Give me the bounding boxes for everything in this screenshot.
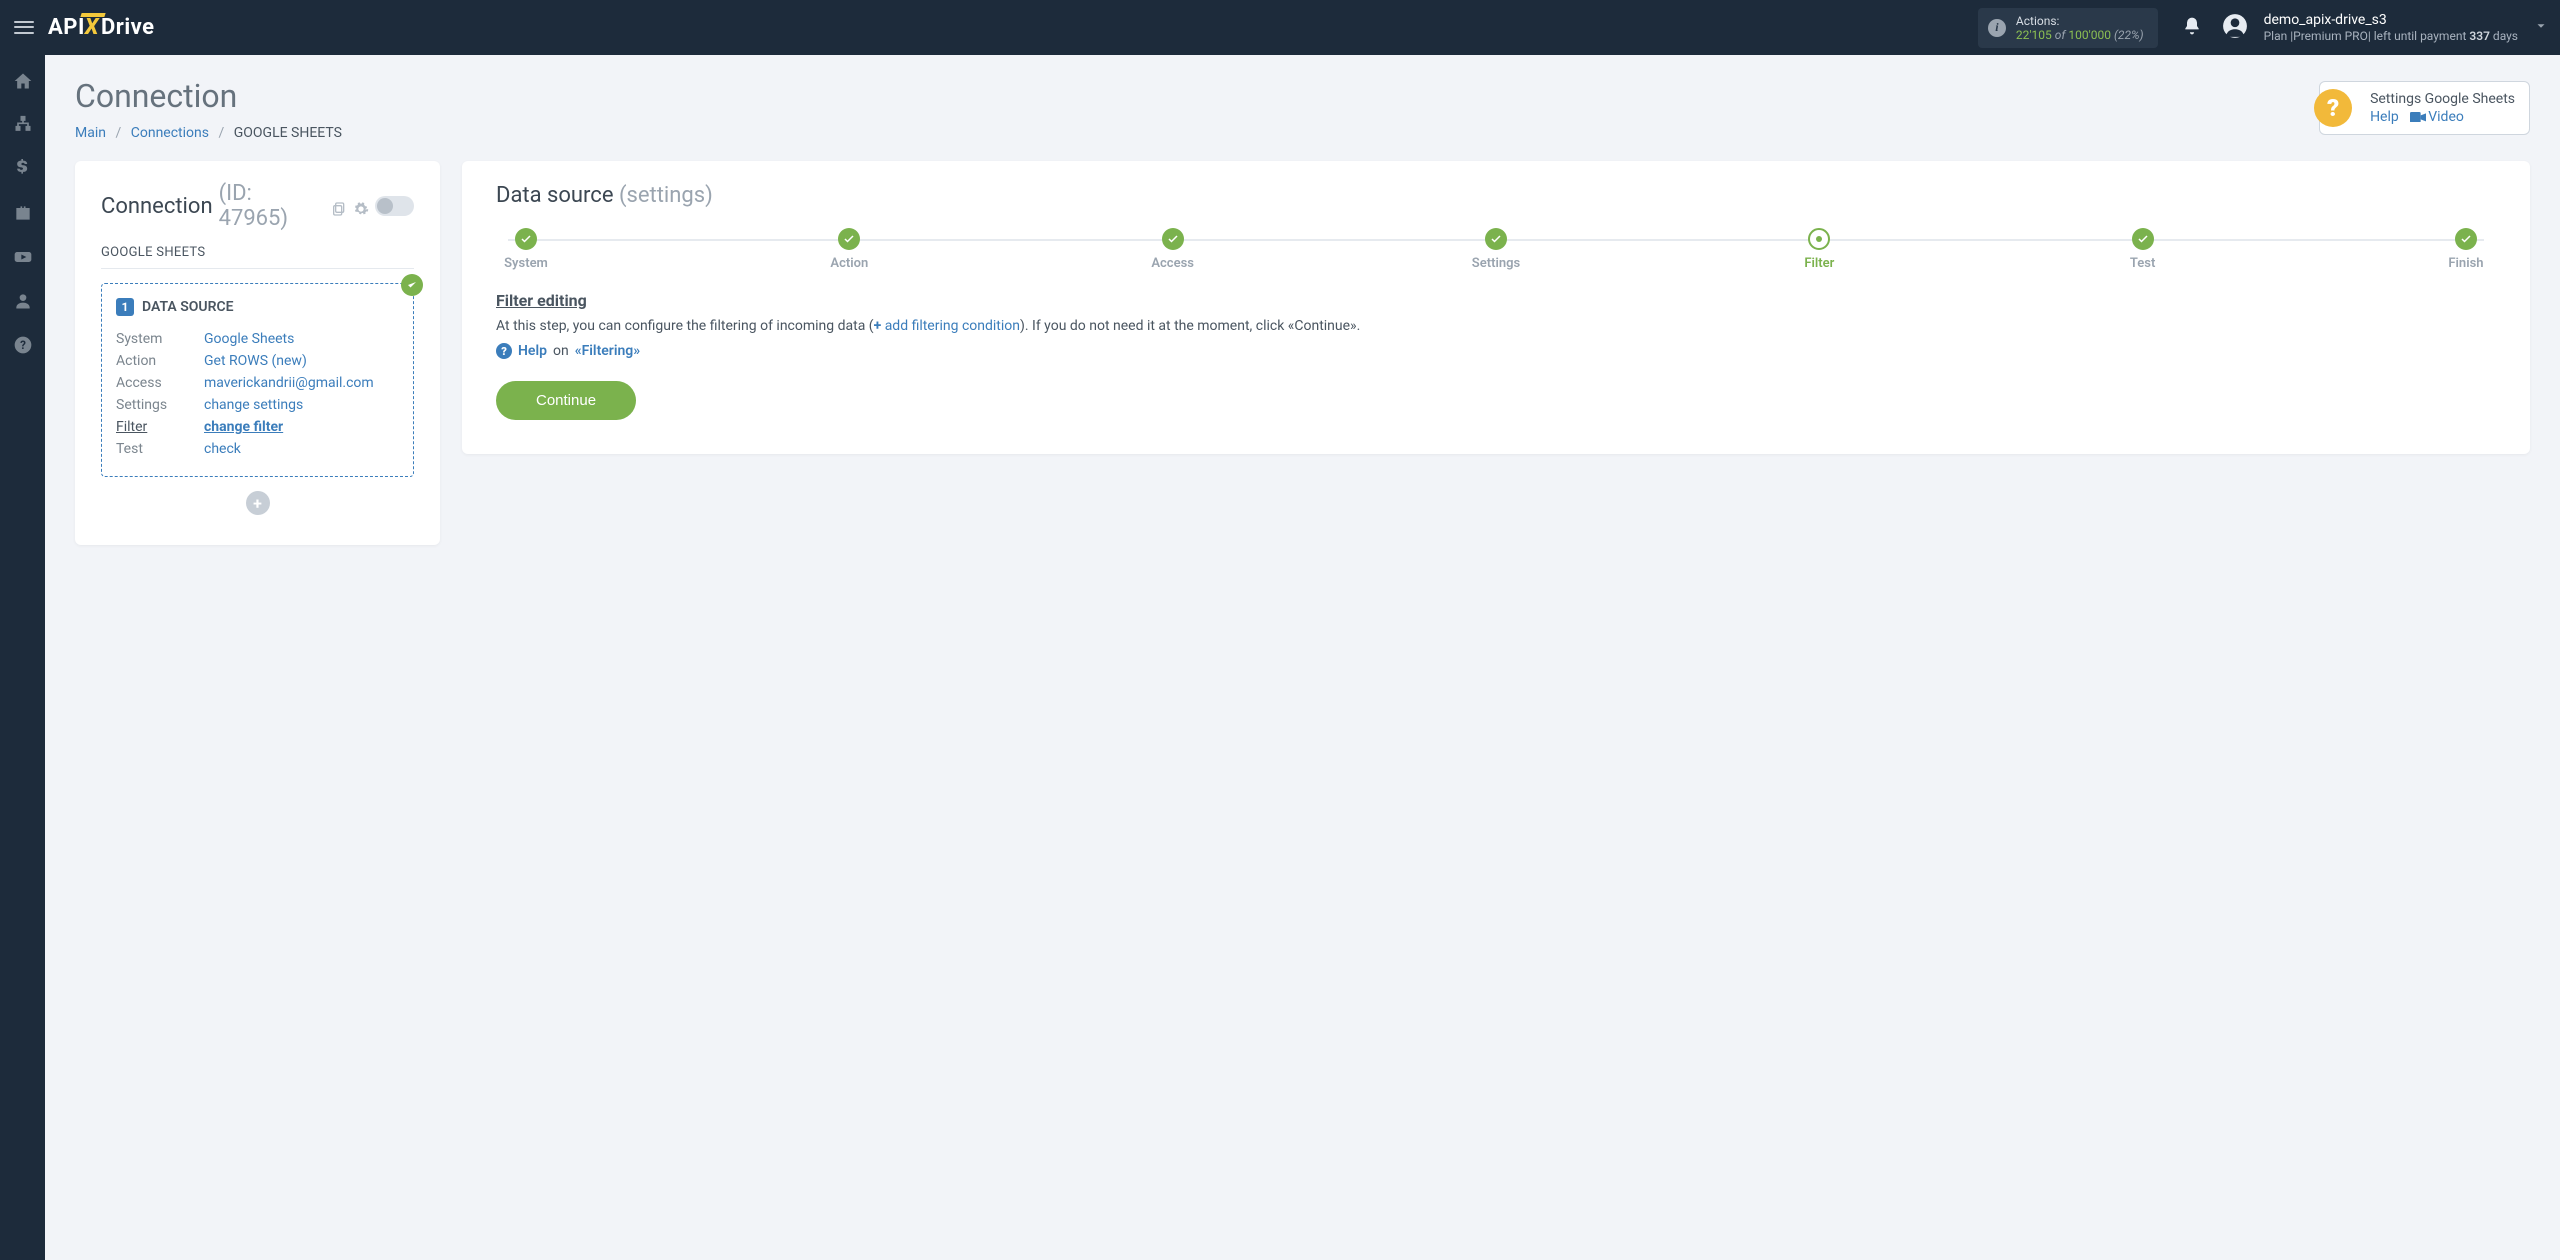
chevron-down-icon[interactable]: [2534, 19, 2548, 37]
continue-button[interactable]: Continue: [496, 381, 636, 420]
help-box-title: Settings Google Sheets: [2370, 90, 2515, 108]
page-title: Connection: [75, 77, 2530, 115]
ds-section-label: DATA SOURCE: [142, 299, 234, 315]
svg-text:?: ?: [20, 338, 26, 352]
data-source-box: 1 DATA SOURCE SystemGoogle Sheets Action…: [101, 283, 414, 477]
nav-help-icon[interactable]: ?: [13, 335, 33, 355]
plus-icon: +: [874, 318, 885, 334]
add-filter-condition-link[interactable]: add filtering condition: [885, 318, 1020, 334]
ds-row-test: Testcheck: [116, 438, 399, 460]
help-link[interactable]: Help: [2370, 109, 2399, 125]
ds-number-badge: 1: [116, 298, 134, 316]
copy-icon[interactable]: [331, 198, 347, 214]
step-filter[interactable]: Filter: [1789, 228, 1849, 271]
ds-row-settings: Settingschange settings: [116, 394, 399, 416]
breadcrumb: Main / Connections / GOOGLE SHEETS: [75, 125, 2530, 141]
logo-text-drive: Drive: [101, 15, 155, 40]
filter-heading: Filter editing: [496, 291, 2496, 310]
nav-video-icon[interactable]: [13, 247, 33, 267]
hamburger-menu[interactable]: [12, 16, 36, 40]
breadcrumb-current: GOOGLE SHEETS: [234, 125, 342, 141]
nav-user-icon[interactable]: [13, 291, 33, 311]
ds-row-action: ActionGet ROWS (new): [116, 350, 399, 372]
actions-used: 22'105: [2016, 28, 2052, 42]
filter-description: At this step, you can configure the filt…: [496, 316, 2496, 337]
video-camera-icon: [2410, 109, 2426, 121]
step-access[interactable]: Access: [1143, 228, 1203, 271]
wizard-stepper: System Action Access Settings Filter Tes…: [496, 228, 2496, 271]
account-name: demo_apix-drive_s3: [2264, 12, 2518, 29]
connection-toggle[interactable]: [375, 196, 414, 216]
account-plan: Plan |Premium PRO| left until payment 33…: [2264, 29, 2518, 43]
step-settings[interactable]: Settings: [1466, 228, 1526, 271]
logo-text-api: API: [48, 15, 85, 40]
actions-total: 100'000: [2068, 28, 2111, 42]
ds-row-filter: Filterchange filter: [116, 416, 399, 438]
notifications-icon[interactable]: [2182, 16, 2202, 40]
step-finish[interactable]: Finish: [2436, 228, 2496, 271]
actions-label: Actions:: [2016, 14, 2144, 28]
connection-system-name: GOOGLE SHEETS: [101, 245, 414, 269]
info-icon: i: [1988, 19, 2006, 37]
step-system[interactable]: System: [496, 228, 556, 271]
checkmark-icon: [401, 274, 423, 296]
help-on-filtering-link[interactable]: Help: [518, 343, 547, 359]
nav-home-icon[interactable]: [13, 71, 33, 91]
logo[interactable]: API X Drive: [48, 15, 155, 40]
avatar-icon[interactable]: [2222, 13, 2248, 43]
nav-billing-icon[interactable]: [13, 159, 33, 179]
ds-row-access: Accessmaverickandrii@gmail.com: [116, 372, 399, 394]
question-circle-icon: ?: [496, 343, 512, 359]
side-heading: Connection: [101, 194, 213, 219]
breadcrumb-connections[interactable]: Connections: [131, 125, 209, 141]
gear-icon[interactable]: [353, 198, 369, 214]
video-link[interactable]: Video: [2428, 109, 2464, 125]
nav-sitemap-icon[interactable]: [13, 115, 33, 135]
actions-of: of: [2055, 28, 2066, 42]
logo-text-x: X: [85, 15, 99, 40]
nav-briefcase-icon[interactable]: [13, 203, 33, 223]
account-block[interactable]: demo_apix-drive_s3 Plan |Premium PRO| le…: [2264, 12, 2518, 43]
contextual-help-box: ? Settings Google Sheets Help Video: [2319, 81, 2530, 135]
main-subtitle: (settings): [619, 183, 713, 208]
connection-id: (ID: 47965): [219, 181, 325, 231]
add-destination-button[interactable]: +: [246, 491, 270, 515]
breadcrumb-main[interactable]: Main: [75, 125, 106, 141]
filter-help-line: ? Help on «Filtering»: [496, 343, 2496, 359]
step-action[interactable]: Action: [819, 228, 879, 271]
main-title: Data source: [496, 183, 614, 208]
actions-pct: (22%): [2114, 28, 2144, 42]
step-test[interactable]: Test: [2113, 228, 2173, 271]
ds-row-system: SystemGoogle Sheets: [116, 328, 399, 350]
actions-usage-box[interactable]: i Actions: 22'105 of 100'000 (22%): [1978, 8, 2158, 48]
help-question-icon[interactable]: ?: [2314, 89, 2352, 127]
